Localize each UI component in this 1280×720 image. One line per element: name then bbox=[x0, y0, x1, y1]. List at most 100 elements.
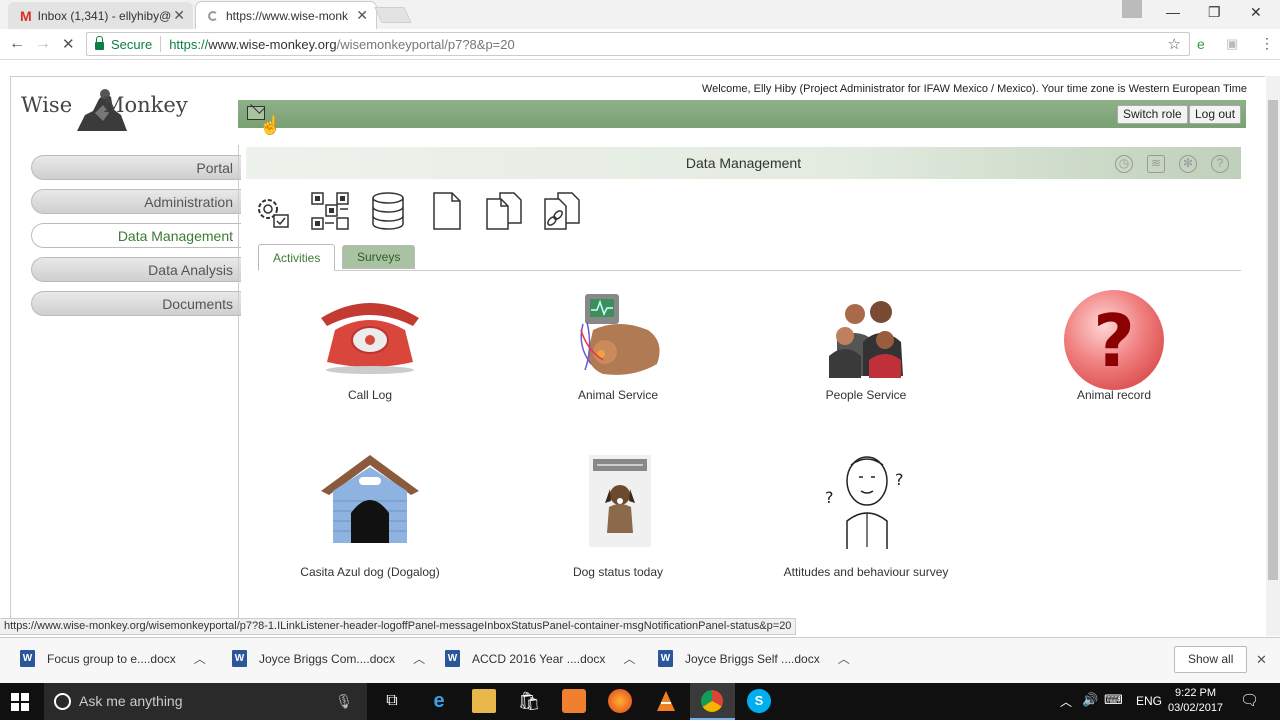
activity-label: Animal record bbox=[1076, 388, 1152, 402]
database-icon[interactable] bbox=[368, 191, 408, 231]
sidebar-item-data-analysis[interactable]: Data Analysis bbox=[31, 257, 241, 282]
wise-monkey-logo[interactable]: Wise Monkey bbox=[21, 85, 188, 135]
chevron-up-icon[interactable]: ︿ bbox=[623, 650, 635, 667]
scrollbar-thumb[interactable] bbox=[1268, 100, 1278, 580]
dog-status-icon bbox=[589, 455, 651, 547]
restore-icon[interactable]: ❐ bbox=[1208, 4, 1221, 21]
activity-attitudes-survey[interactable]: ? ? Attitudes and behaviour survey bbox=[756, 451, 976, 579]
download-item[interactable]: W ACCD 2016 Year ....docx ︿ bbox=[445, 650, 635, 667]
telephone-icon bbox=[321, 303, 419, 374]
chevron-up-icon[interactable]: ︿ bbox=[413, 650, 425, 667]
menu-icon[interactable]: ⋮ bbox=[1260, 35, 1274, 52]
activity-people-service[interactable]: People Service bbox=[756, 290, 976, 402]
close-tab-icon[interactable]: ✕ bbox=[356, 7, 368, 24]
activity-animal-service[interactable]: Animal Service bbox=[508, 290, 728, 402]
browser-toolbar: ← → ✕ Secure https://www.wise-monkey.org… bbox=[0, 29, 1280, 60]
sidebar-item-administration[interactable]: Administration bbox=[31, 189, 241, 214]
svg-text:?: ? bbox=[895, 470, 904, 489]
chevron-up-icon[interactable]: ︿ bbox=[838, 650, 850, 667]
header-bar: ☝ Switch role Log out bbox=[238, 100, 1246, 135]
volume-icon[interactable]: 🔊 bbox=[1082, 692, 1098, 708]
firefox-icon[interactable] bbox=[608, 689, 632, 713]
edge-browser-icon[interactable]: e bbox=[427, 689, 451, 713]
browser-tab-gmail[interactable]: M Inbox (1,341) - ellyhiby@ ✕ bbox=[8, 2, 193, 29]
tab-activities[interactable]: Activities bbox=[258, 244, 336, 271]
close-window-icon[interactable]: ✕ bbox=[1250, 4, 1262, 21]
question-mark-icon: ? bbox=[1064, 290, 1164, 390]
chrome-icon bbox=[701, 690, 723, 712]
back-icon[interactable]: ← bbox=[9, 35, 25, 53]
file-explorer-icon[interactable] bbox=[472, 689, 496, 713]
activity-dog-status-today[interactable]: Dog status today bbox=[508, 455, 728, 579]
address-bar[interactable]: Secure https://www.wise-monkey.org/wisem… bbox=[86, 32, 1190, 56]
windows-taskbar: Ask me anything 🎙 ⧉ e 🛍 S ︿ 🔊 ⌨ ENG 9:22… bbox=[0, 683, 1280, 720]
sidebar-item-documents[interactable]: Documents bbox=[31, 291, 241, 316]
close-tab-icon[interactable]: ✕ bbox=[173, 7, 185, 24]
lock-icon bbox=[95, 36, 104, 50]
tab-title: https://www.wise-monk bbox=[226, 8, 349, 23]
activity-call-log[interactable]: Call Log bbox=[260, 290, 480, 402]
log-out-button[interactable]: Log out bbox=[1189, 105, 1242, 124]
document-link-icon[interactable] bbox=[542, 191, 582, 231]
activity-label: People Service bbox=[825, 388, 907, 402]
sidebar-item-portal[interactable]: Portal bbox=[31, 155, 241, 180]
windows-start-icon[interactable] bbox=[11, 693, 29, 711]
settings-check-icon[interactable] bbox=[252, 191, 292, 231]
clock-date: 03/02/2017 bbox=[1168, 702, 1224, 714]
alarm-clock-icon[interactable]: ◷ bbox=[1115, 155, 1133, 173]
vlc-icon[interactable] bbox=[654, 689, 678, 713]
clock-time: 9:22 PM bbox=[1175, 687, 1217, 699]
forward-icon[interactable]: → bbox=[35, 35, 51, 53]
microphone-icon[interactable]: 🎙 bbox=[335, 683, 353, 720]
tab-surveys[interactable]: Surveys bbox=[342, 245, 416, 269]
thinking-person-icon: ? ? bbox=[825, 456, 904, 549]
minimize-icon[interactable]: — bbox=[1166, 4, 1180, 20]
taskbar-clock[interactable]: 9:22 PM 03/02/2017 bbox=[1168, 686, 1223, 716]
help-icon[interactable]: ? bbox=[1211, 155, 1229, 173]
content-tabs: Activities Surveys bbox=[258, 243, 1241, 271]
word-document-icon: W bbox=[658, 650, 673, 667]
extension-icon-2[interactable]: ▣ bbox=[1226, 36, 1238, 52]
close-downloads-icon[interactable]: ✕ bbox=[1256, 652, 1267, 668]
keyboard-icon[interactable]: ⌨ bbox=[1104, 692, 1123, 708]
media-app-icon[interactable] bbox=[562, 689, 586, 713]
activity-label: Dog status today bbox=[572, 565, 664, 579]
store-icon[interactable]: 🛍 bbox=[517, 689, 541, 713]
chevron-up-icon[interactable]: ︿ bbox=[194, 650, 206, 667]
url-scheme: https:// bbox=[169, 36, 209, 52]
rss-icon[interactable]: ≋ bbox=[1147, 155, 1165, 173]
documents-icon[interactable] bbox=[484, 191, 524, 231]
new-tab-button[interactable] bbox=[374, 7, 412, 23]
activity-animal-record[interactable]: ? Animal record bbox=[1004, 290, 1224, 402]
show-all-downloads-button[interactable]: Show all bbox=[1174, 646, 1248, 673]
stop-icon[interactable]: ✕ bbox=[62, 35, 75, 53]
action-center-icon[interactable]: 🗨 bbox=[1240, 691, 1259, 709]
bookmark-star-icon[interactable]: ☆ bbox=[1168, 35, 1181, 53]
url-host: www.wise-monkey.org bbox=[208, 36, 337, 52]
task-view-icon[interactable]: ⧉ bbox=[380, 689, 404, 713]
user-profile-icon[interactable] bbox=[1122, 0, 1142, 18]
show-hidden-icons-icon[interactable]: ︿ bbox=[1060, 693, 1072, 710]
url-path: /wisemonkeyportal/p7?8&p=20 bbox=[336, 36, 515, 52]
activity-casita-azul-dog[interactable]: Casita Azul dog (Dogalog) bbox=[260, 451, 480, 579]
chrome-taskbar-button[interactable] bbox=[690, 683, 735, 720]
document-icon[interactable] bbox=[426, 191, 466, 231]
switch-role-button[interactable]: Switch role bbox=[1117, 105, 1188, 124]
qr-code-icon[interactable] bbox=[310, 191, 350, 231]
sidebar-item-data-management[interactable]: Data Management bbox=[31, 223, 241, 248]
download-item[interactable]: W Joyce Briggs Com....docx ︿ bbox=[232, 650, 425, 667]
browser-tab-wise-monkey[interactable]: https://www.wise-monk ✕ bbox=[196, 2, 376, 29]
language-indicator[interactable]: ENG bbox=[1136, 694, 1162, 708]
secure-indicator[interactable]: Secure bbox=[95, 36, 152, 52]
people-icon bbox=[829, 301, 903, 378]
download-item[interactable]: W Focus group to e....docx ︿ bbox=[20, 650, 206, 667]
cortana-icon bbox=[54, 693, 71, 710]
extension-icon[interactable]: e bbox=[1197, 36, 1205, 52]
section-title: Data Management bbox=[685, 155, 802, 171]
gear-icon[interactable]: ✻ bbox=[1179, 155, 1197, 173]
word-document-icon: W bbox=[445, 650, 460, 667]
skype-icon[interactable]: S bbox=[747, 689, 771, 713]
download-item[interactable]: W Joyce Briggs Self ....docx ︿ bbox=[658, 650, 850, 667]
cortana-search-box[interactable]: Ask me anything 🎙 bbox=[44, 683, 367, 720]
activity-label: Animal Service bbox=[577, 388, 659, 402]
